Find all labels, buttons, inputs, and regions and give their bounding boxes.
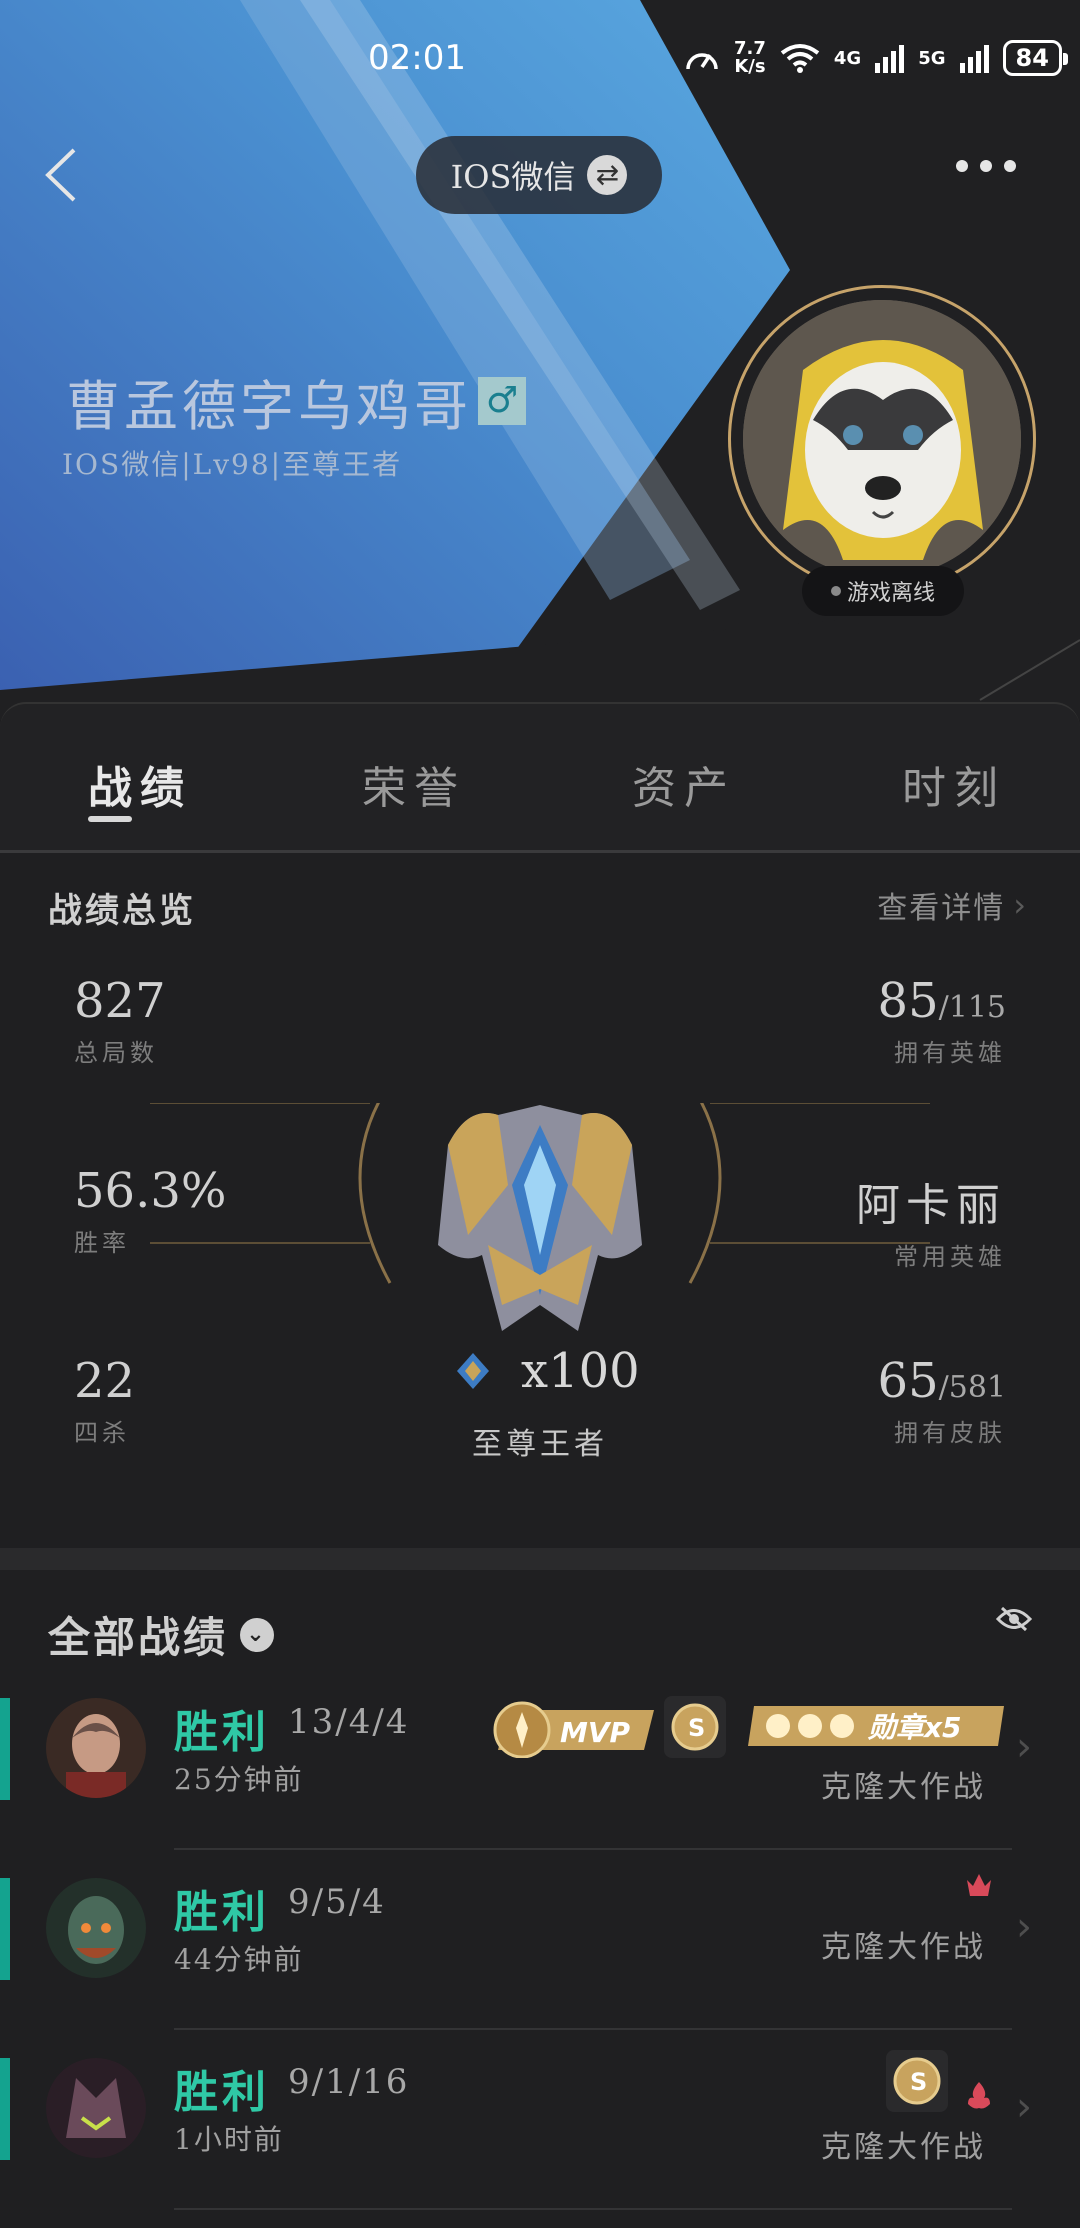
battery-indicator: 84 xyxy=(1002,40,1069,76)
signal-5g-icon xyxy=(959,43,989,73)
active-tab-indicator xyxy=(88,816,132,822)
match-kda: 9/1/16 xyxy=(288,2062,410,2102)
profile-header: 02:01 7.7 K/s 4G 5G 84 IOS微信 ⇄ 曹孟德字乌鸡哥 ♂… xyxy=(0,0,1080,720)
svg-text:S: S xyxy=(910,2068,927,2096)
status-icons: 7.7 K/s 4G 5G 84 xyxy=(684,38,1069,77)
win-indicator xyxy=(0,2058,10,2160)
tab-record[interactable]: 战绩 xyxy=(88,752,192,816)
chevron-right-icon: › xyxy=(1016,1904,1032,1950)
player-subinfo: IOS微信|Lv98|至尊王者 xyxy=(62,448,403,481)
stat-skins-owned[interactable]: 65/581 拥有皮肤 xyxy=(878,1353,1006,1448)
record-overview: 战绩总览 查看详情 › 827 总局数 85/115 拥有英雄 56.3% 胜率… xyxy=(0,853,1080,1548)
tab-moments[interactable]: 时刻 xyxy=(902,752,1006,816)
rank-stars: x100 xyxy=(455,1343,655,1399)
view-details-link[interactable]: 查看详情 › xyxy=(877,883,1028,927)
win-indicator xyxy=(0,1698,10,1800)
chevron-right-icon: › xyxy=(1016,2084,1032,2130)
rank-emblem-icon xyxy=(438,1105,642,1331)
back-button[interactable] xyxy=(36,140,96,210)
match-time: 44分钟前 xyxy=(174,1943,304,1976)
match-kda: 9/5/4 xyxy=(288,1882,386,1922)
hide-eye-icon[interactable] xyxy=(996,1606,1032,1632)
online-status-badge: 游戏离线 xyxy=(802,566,964,616)
match-history: 全部战绩 ⌄ 胜利 13/4/4 25分钟前 MVP S 勋章x5 克隆大作战 … xyxy=(0,1570,1080,2228)
avatar xyxy=(743,300,1021,578)
male-icon: ♂ xyxy=(478,377,526,425)
status-dot-icon xyxy=(830,586,841,596)
svg-text:勋章x5: 勋章x5 xyxy=(867,1711,962,1744)
avatar-frame[interactable] xyxy=(728,285,1036,593)
match-row[interactable]: 胜利 9/1/16 1小时前 S 克隆大作战 › xyxy=(0,2030,1080,2210)
match-mode: 克隆大作战 xyxy=(821,2130,986,2165)
svg-text:MVP: MVP xyxy=(560,1716,631,1749)
match-row[interactable]: 胜利 9/5/4 44分钟前 克隆大作战 › xyxy=(0,1850,1080,2030)
row-divider xyxy=(174,2208,1012,2210)
match-mode: 克隆大作战 xyxy=(821,1770,986,1805)
profile-tabs: 战绩 荣誉 资产 时刻 xyxy=(0,702,1080,852)
match-time: 25分钟前 xyxy=(174,1763,304,1796)
gold-coin-badge: S xyxy=(664,1696,726,1758)
swap-icon: ⇄ xyxy=(587,155,628,195)
chevron-down-icon: ⌄ xyxy=(240,1617,275,1652)
flame-icon xyxy=(968,2082,990,2109)
speedometer-icon xyxy=(686,53,718,70)
medals-badge-icon: 勋章x5 xyxy=(748,1706,1004,1746)
match-result: 胜利 xyxy=(174,2067,270,2118)
star-gem-icon xyxy=(457,1353,489,1389)
overview-title: 战绩总览 xyxy=(48,891,196,931)
chevron-right-icon: › xyxy=(1016,1724,1032,1770)
hero-avatar xyxy=(46,1698,146,1798)
match-result: 胜利 xyxy=(174,1887,270,1938)
gold-coin-badge: S xyxy=(886,2050,948,2112)
status-time: 02:01 xyxy=(368,38,466,78)
hero-avatar xyxy=(46,2058,146,2158)
mvp-badge-icon: MVP xyxy=(493,1701,654,1758)
match-time: 1小时前 xyxy=(174,2123,284,2156)
hero-avatar xyxy=(46,1878,146,1978)
player-nickname: 曹孟德字乌鸡哥 xyxy=(66,375,472,438)
account-label: IOS微信 xyxy=(450,158,576,196)
network-4g-label: 4G xyxy=(833,47,862,69)
account-switcher[interactable]: IOS微信 ⇄ xyxy=(416,136,662,214)
win-indicator xyxy=(0,1878,10,1980)
avatar-image xyxy=(743,300,1021,578)
stat-total-games: 827 总局数 xyxy=(74,973,166,1067)
rank-name: 至尊王者 xyxy=(472,1427,608,1462)
status-bar: 02:01 7.7 K/s 4G 5G 84 xyxy=(0,36,1080,86)
crown-icon xyxy=(967,1874,991,1896)
net-speed: 7.7 K/s xyxy=(734,38,766,77)
network-5g-label: 5G xyxy=(918,47,946,69)
match-mode: 克隆大作战 xyxy=(821,1930,986,1965)
section-divider xyxy=(0,1548,1080,1570)
chevron-right-icon: › xyxy=(1013,886,1028,924)
match-kda: 13/4/4 xyxy=(288,1702,410,1742)
match-filter-dropdown[interactable]: 全部战绩 ⌄ xyxy=(48,1604,275,1665)
stat-quadra-kills: 22 四杀 xyxy=(74,1353,136,1447)
chevron-left-icon xyxy=(45,148,76,202)
wifi-icon xyxy=(780,44,820,73)
svg-text:S: S xyxy=(688,1714,705,1742)
signal-4g-icon xyxy=(875,43,905,73)
stat-heroes-owned[interactable]: 85/115 拥有英雄 xyxy=(878,973,1006,1068)
tab-assets[interactable]: 资产 xyxy=(632,752,736,816)
match-row[interactable]: 胜利 13/4/4 25分钟前 MVP S 勋章x5 克隆大作战 › xyxy=(0,1670,1080,1850)
tab-honor[interactable]: 荣誉 xyxy=(362,752,466,816)
more-options-button[interactable] xyxy=(956,160,1016,172)
match-result: 胜利 xyxy=(174,1707,270,1758)
